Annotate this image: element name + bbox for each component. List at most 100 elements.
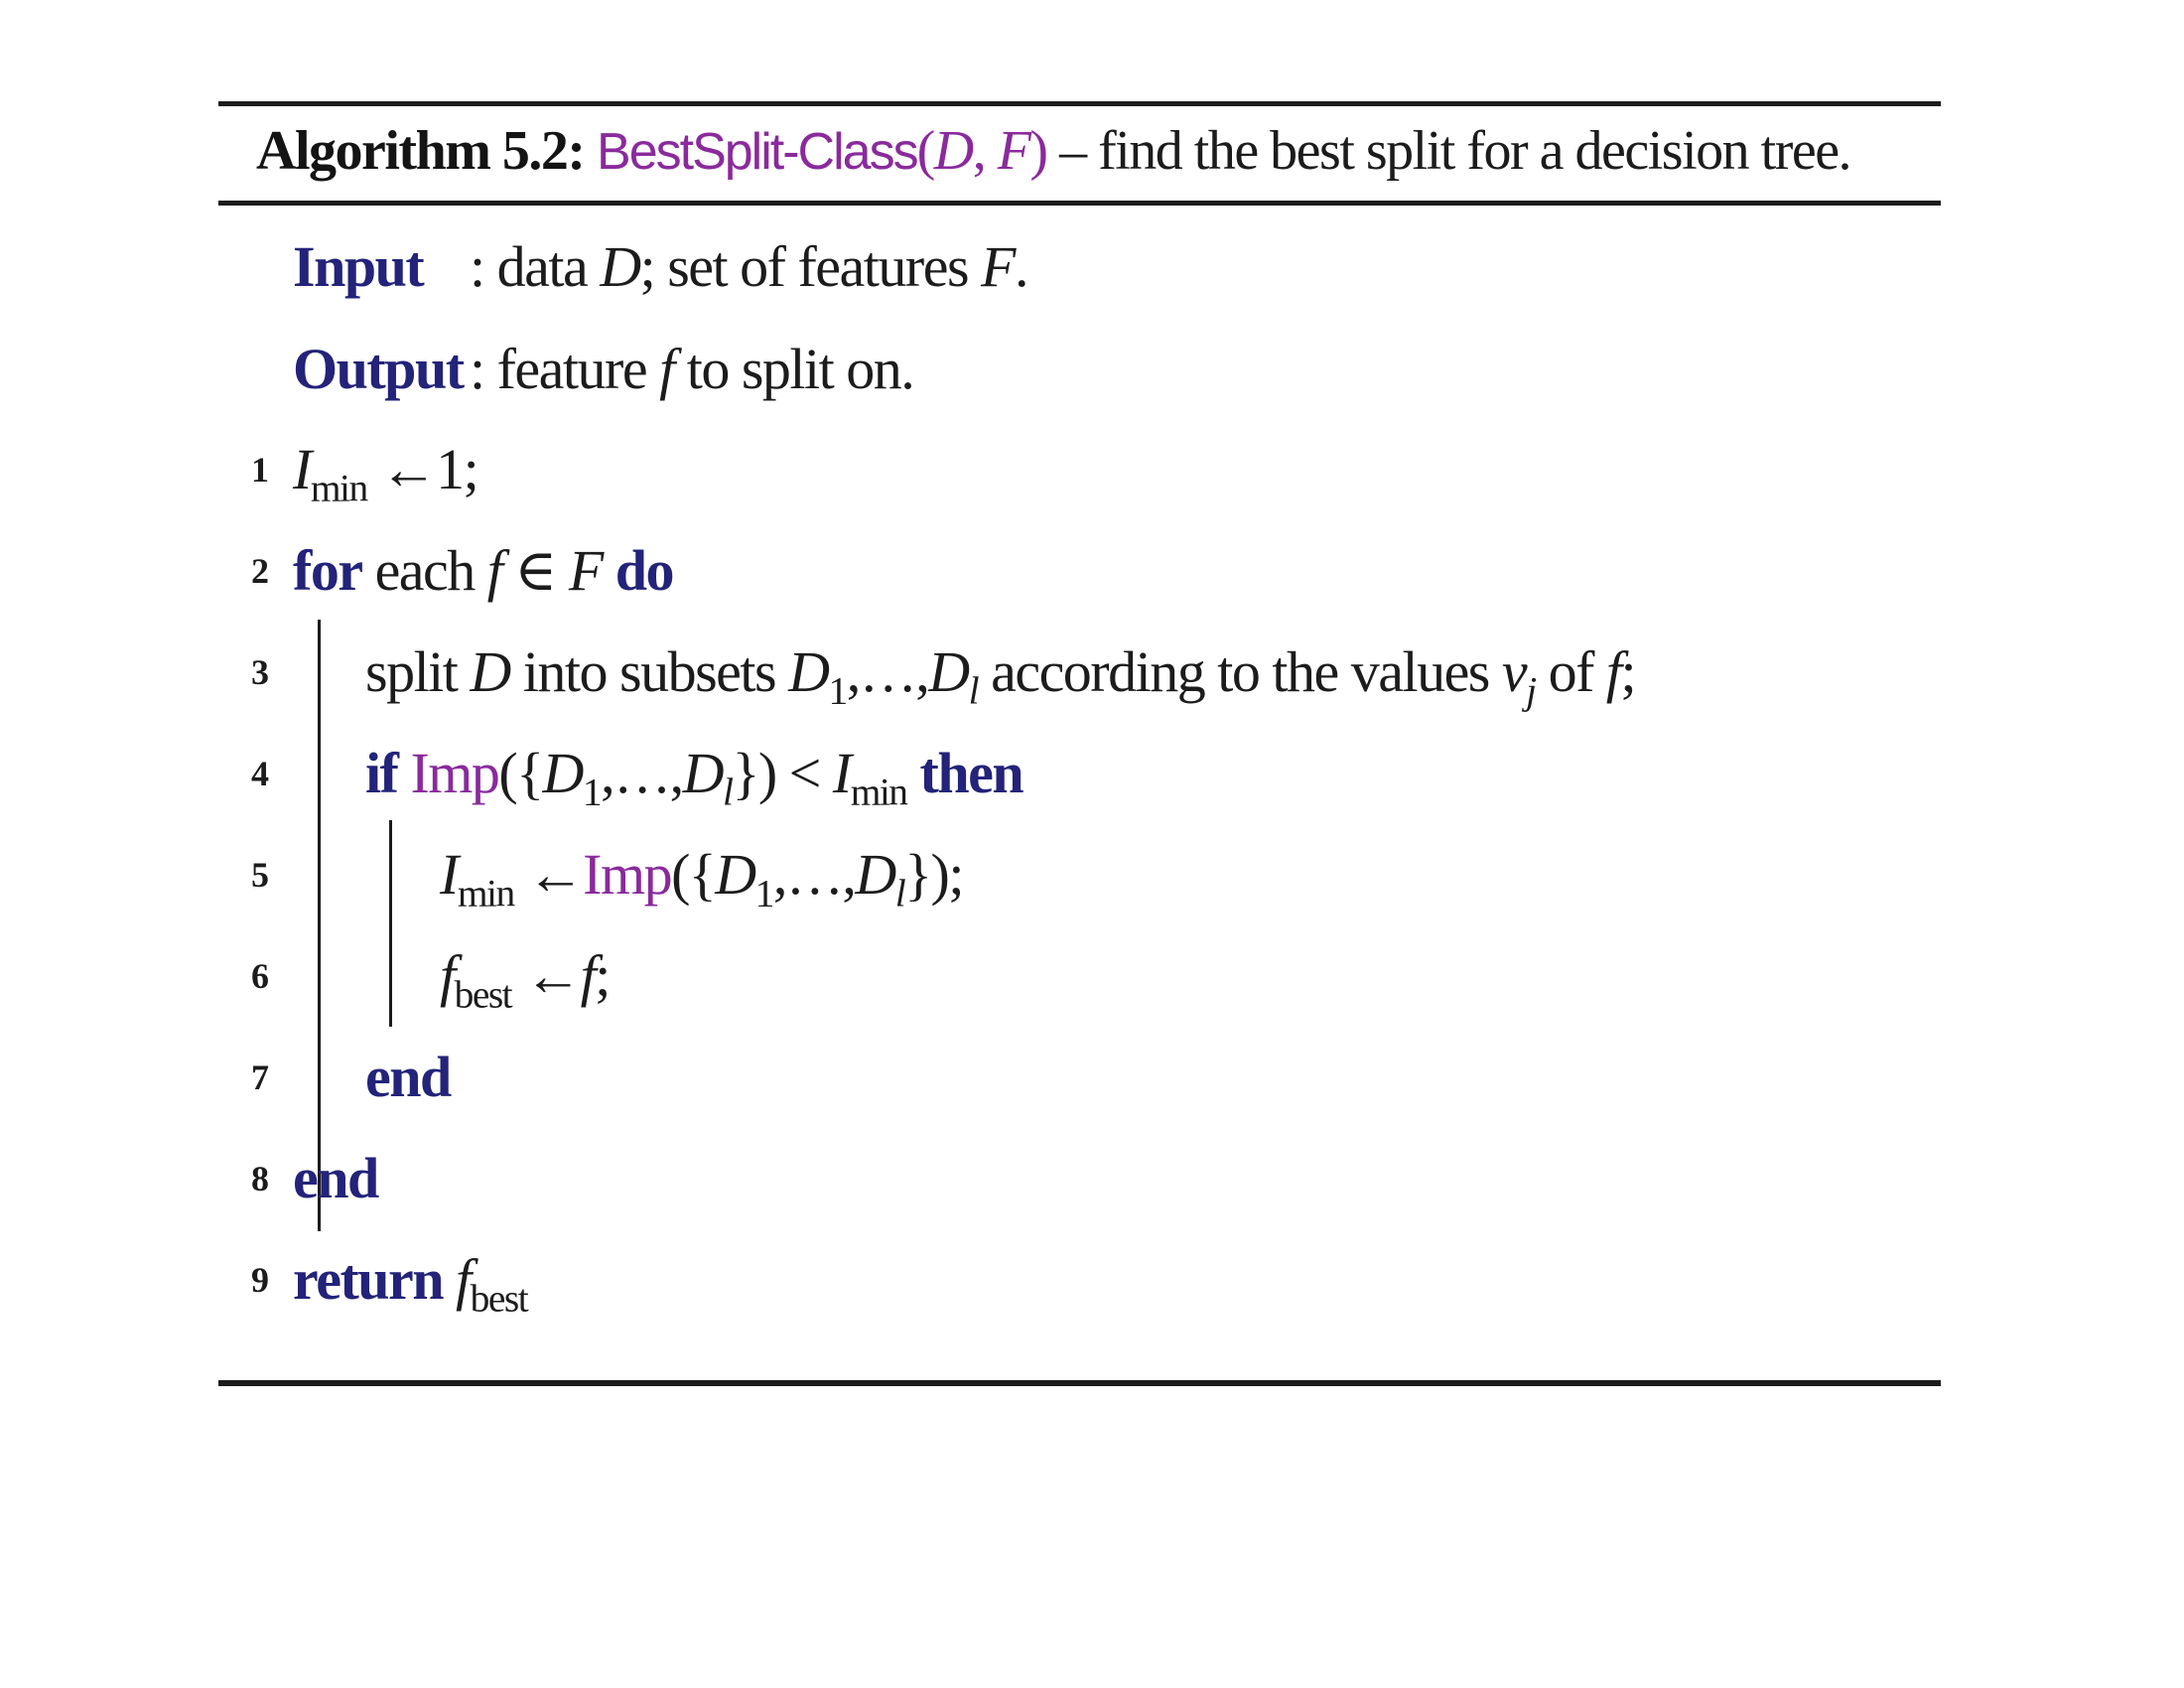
input-var-f: F [981, 234, 1016, 299]
sub-min: min [457, 871, 515, 915]
top-rule [218, 101, 1941, 106]
sub-best: best [454, 972, 513, 1017]
function-imp: Imp [397, 741, 499, 805]
line-number: 5 [251, 855, 269, 895]
assign-arrow: ← [513, 842, 585, 907]
line-number: 9 [251, 1260, 269, 1300]
sub-min: min [310, 466, 368, 510]
code-line-6: fbest ←f; [440, 941, 611, 1014]
input-text-c: . [1014, 234, 1029, 299]
code-line-5: Imin ←Imp({D1,…,Dl}); [440, 840, 964, 913]
sub-best: best [470, 1276, 529, 1321]
input-text: : data [470, 234, 601, 299]
text-into: into subsets [509, 639, 789, 704]
sub-1: 1 [754, 871, 775, 915]
paren-open: ({ [671, 842, 717, 907]
keyword-then: then [906, 741, 1024, 805]
text-split: split [365, 639, 471, 704]
line-number: 2 [251, 551, 269, 591]
dots: ,…, [772, 842, 857, 907]
for-block-bar [318, 620, 321, 1231]
bottom-rule [218, 1380, 1941, 1386]
line-number: 1 [251, 450, 269, 490]
var-i: I [293, 437, 312, 501]
var-d: D [470, 639, 511, 704]
line-number: 3 [251, 652, 269, 692]
var-f: f [486, 538, 503, 603]
output-keyword: Output [293, 337, 465, 401]
algorithm-label: Algorithm 5.2: [256, 120, 586, 182]
function-imp: Imp [583, 842, 672, 907]
header-rule [218, 201, 1941, 206]
line-number: 4 [251, 754, 269, 793]
assign-text: ←1; [366, 437, 479, 501]
var-f: f [440, 943, 456, 1008]
sub-l: l [894, 871, 906, 915]
paren-open: ({ [498, 741, 544, 805]
dots: ,…, [846, 639, 930, 704]
code-line-9: return fbest [293, 1245, 529, 1318]
algorithm-description: – find the best split for a decision tre… [1046, 120, 1851, 182]
semicolon: ; [595, 943, 611, 1008]
paren-close: }); [904, 842, 964, 907]
var-F: F [568, 538, 604, 603]
keyword-return: return [293, 1247, 445, 1312]
arg-f: F [997, 120, 1031, 182]
keyword-end: end [293, 1146, 379, 1210]
line-number: 7 [251, 1057, 269, 1097]
arg-sep: , [972, 120, 998, 182]
algorithm-function-name: BestSplit-Class [597, 123, 919, 181]
code-line-4: if Imp({D1,…,Dl}) < Imin then [365, 739, 1024, 811]
keyword-if: if [365, 741, 399, 805]
output-text-b: to split on. [673, 337, 915, 401]
input-text-b: ; set of features [639, 234, 982, 299]
text-according: according to the values [978, 639, 1502, 704]
text-of: of [1535, 639, 1606, 704]
algorithm-title: Algorithm 5.2: BestSplit-Class(D, F) – f… [256, 115, 1852, 187]
input-line: Input : data D; set of features F. [293, 232, 1029, 302]
var-d1: D [788, 639, 830, 704]
line-number: 6 [251, 956, 269, 996]
symbol-in: ∈ [501, 538, 569, 603]
sub-min: min [850, 770, 908, 814]
output-text: : feature [470, 337, 660, 401]
if-block-bar [389, 820, 392, 1027]
output-var-f: f [659, 337, 675, 401]
assign-arrow: ← [511, 943, 582, 1008]
var-f: f [580, 943, 597, 1008]
code-line-1: Imin ←1; [293, 435, 479, 507]
args-close: ) [1029, 120, 1048, 182]
output-line: Output: feature f to split on. [293, 335, 915, 404]
var-dl: D [855, 842, 896, 907]
var-i: I [832, 741, 852, 805]
sub-1: 1 [828, 668, 849, 713]
var-d1: D [715, 842, 756, 907]
var-f: f [1605, 639, 1622, 704]
sub-1: 1 [582, 770, 603, 814]
semicolon: ; [1620, 639, 1637, 704]
keyword-do: do [602, 538, 675, 603]
var-i: I [440, 842, 459, 907]
input-var-d: D [600, 234, 641, 299]
dots: ,…, [601, 741, 684, 805]
var-v: v [1501, 639, 1528, 704]
code-line-3: split D into subsets D1,…,Dl according t… [365, 637, 1637, 710]
paren-close: }) < [732, 741, 833, 805]
sub-l: l [968, 668, 980, 713]
line-number: 8 [251, 1159, 269, 1198]
code-line-7: end [365, 1043, 452, 1112]
algorithm-box: Algorithm 5.2: BestSplit-Class(D, F) – f… [218, 101, 1941, 1387]
code-line-8: end [293, 1144, 379, 1213]
keyword-for: for [293, 538, 363, 603]
keyword-end: end [365, 1045, 452, 1109]
arg-d: D [933, 120, 974, 182]
var-dl: D [682, 741, 725, 805]
var-d1: D [542, 741, 585, 805]
args-open: ( [916, 120, 936, 182]
var-f: f [456, 1247, 472, 1312]
var-dl: D [928, 639, 970, 704]
text-each: each [361, 538, 487, 603]
input-keyword: Input [293, 234, 425, 299]
code-line-2: for each f ∈ F do [293, 536, 675, 606]
